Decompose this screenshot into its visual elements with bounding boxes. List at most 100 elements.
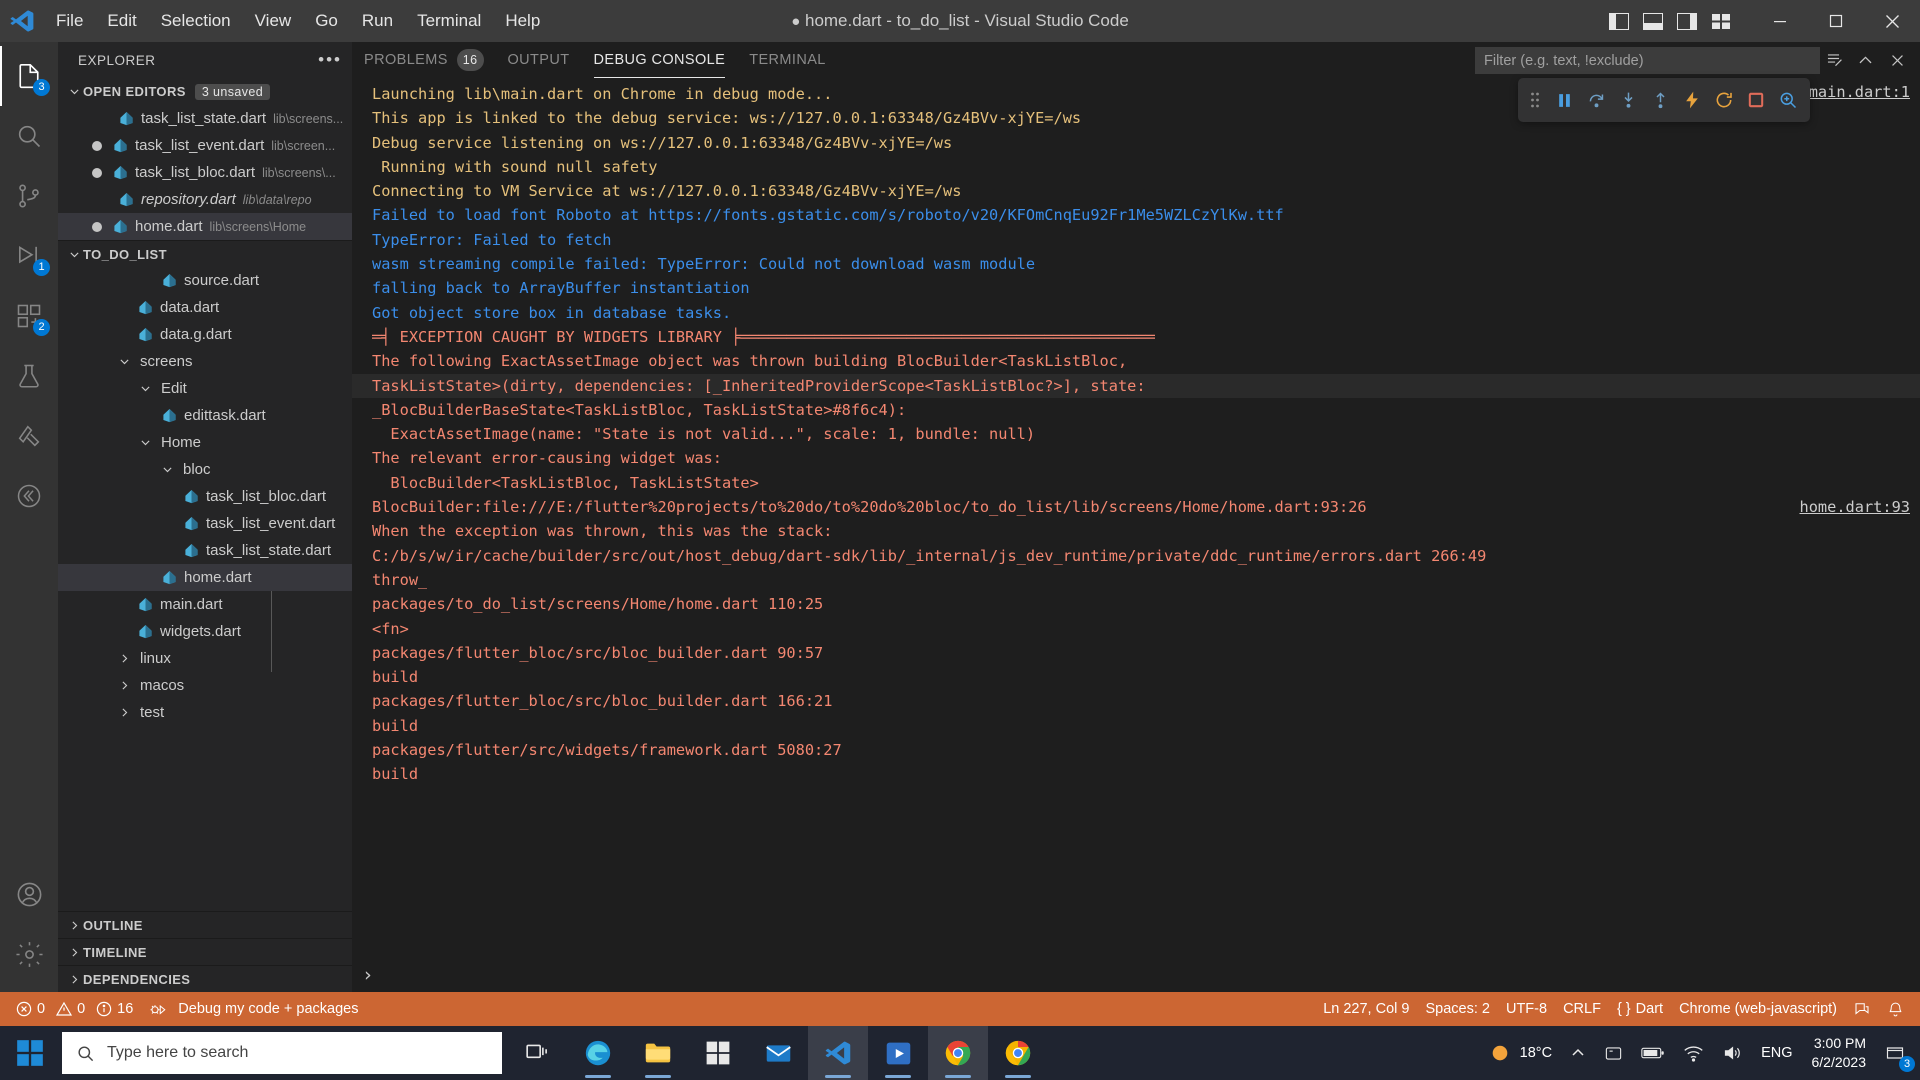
wifi-icon[interactable] <box>1674 1026 1713 1080</box>
task-view-icon[interactable] <box>508 1026 568 1080</box>
console-input-prompt[interactable]: › <box>362 964 373 986</box>
tree-folder-home[interactable]: Home <box>58 429 352 456</box>
hot-restart-button[interactable] <box>1708 84 1740 116</box>
activity-dart-devtools[interactable] <box>0 406 58 466</box>
open-editor-row[interactable]: repository.dart lib\data\repo <box>58 186 352 213</box>
activity-search[interactable] <box>0 106 58 166</box>
customize-layout-icon[interactable] <box>1704 4 1738 38</box>
open-editor-row[interactable]: task_list_bloc.dart lib\screens\... <box>58 159 352 186</box>
tree-folder-macos[interactable]: macos <box>58 672 352 699</box>
grip-icon[interactable] <box>1524 91 1548 109</box>
battery-icon[interactable] <box>1632 1026 1674 1080</box>
taskbar-search-input[interactable]: Type here to search <box>62 1032 502 1074</box>
tree-file-data-g-dart[interactable]: data.g.dart <box>58 321 352 348</box>
timeline-section-header[interactable]: TIMELINE <box>58 938 352 965</box>
tree-folder-edit[interactable]: Edit <box>58 375 352 402</box>
activity-testing[interactable] <box>0 346 58 406</box>
open-editor-row[interactable]: task_list_state.dart lib\screens... <box>58 105 352 132</box>
tree-file-task-list-event-dart[interactable]: task_list_event.dart <box>58 510 352 537</box>
toggle-panel-icon[interactable] <box>1636 4 1670 38</box>
vscode-icon[interactable] <box>808 1026 868 1080</box>
hot-reload-button[interactable] <box>1676 84 1708 116</box>
close-button[interactable] <box>1864 0 1920 42</box>
tree-file-main-dart[interactable]: main.dart <box>58 591 352 618</box>
menu-selection[interactable]: Selection <box>149 7 243 35</box>
tab-problems[interactable]: PROBLEMS 16 <box>352 42 496 78</box>
chrome-icon[interactable] <box>928 1026 988 1080</box>
activity-accounts[interactable] <box>0 864 58 924</box>
minimize-button[interactable] <box>1752 0 1808 42</box>
edge-icon[interactable] <box>568 1026 628 1080</box>
outline-section-header[interactable]: OUTLINE <box>58 911 352 938</box>
tree-folder-test[interactable]: test <box>58 699 352 726</box>
media-player-icon[interactable] <box>868 1026 928 1080</box>
console-source-link[interactable]: home.dart:93 <box>1799 495 1910 519</box>
status-eol[interactable]: CRLF <box>1555 1001 1609 1017</box>
status-cursor-position[interactable]: Ln 227, Col 9 <box>1315 1001 1417 1017</box>
close-panel-button[interactable] <box>1882 45 1912 75</box>
chrome-icon-2[interactable] <box>988 1026 1048 1080</box>
clear-console-button[interactable] <box>1818 45 1848 75</box>
tree-file-source-dart[interactable]: source.dart <box>58 267 352 294</box>
maximize-panel-button[interactable] <box>1850 45 1880 75</box>
input-language-indicator[interactable]: ENG <box>1752 1026 1801 1080</box>
menu-help[interactable]: Help <box>493 7 552 35</box>
status-indentation[interactable]: Spaces: 2 <box>1417 1001 1498 1017</box>
notification-center-button[interactable]: 3 <box>1876 1026 1915 1080</box>
status-notifications[interactable] <box>1879 1001 1912 1018</box>
activity-explorer[interactable]: 3 <box>0 46 58 106</box>
step-over-button[interactable] <box>1580 84 1612 116</box>
tree-file-task-list-bloc-dart[interactable]: task_list_bloc.dart <box>58 483 352 510</box>
menu-go[interactable]: Go <box>303 7 350 35</box>
start-button[interactable] <box>0 1026 60 1080</box>
mail-icon[interactable] <box>748 1026 808 1080</box>
tab-terminal[interactable]: TERMINAL <box>737 42 838 78</box>
microsoft-store-icon[interactable] <box>688 1026 748 1080</box>
toggle-primary-sidebar-icon[interactable] <box>1602 4 1636 38</box>
debug-console-output[interactable]: main.dart:1 Launching lib\main.dart on C… <box>352 78 1920 992</box>
file-explorer-icon[interactable] <box>628 1026 688 1080</box>
volume-icon[interactable] <box>1713 1026 1752 1080</box>
tree-folder-linux[interactable]: linux <box>58 645 352 672</box>
tree-file-widgets-dart[interactable]: widgets.dart <box>58 618 352 645</box>
menu-run[interactable]: Run <box>350 7 405 35</box>
dependencies-section-header[interactable]: DEPENDENCIES <box>58 965 352 992</box>
status-debug-mode[interactable]: Debug my code + packages <box>141 992 366 1026</box>
status-encoding[interactable]: UTF-8 <box>1498 1001 1555 1017</box>
activity-settings[interactable] <box>0 924 58 984</box>
tree-folder-bloc[interactable]: bloc <box>58 456 352 483</box>
status-problems[interactable]: 0 0 16 <box>8 992 141 1026</box>
maximize-button[interactable] <box>1808 0 1864 42</box>
tree-file-home-dart[interactable]: home.dart <box>58 564 352 591</box>
show-hidden-icons-button[interactable] <box>1561 1026 1595 1080</box>
toggle-secondary-sidebar-icon[interactable] <box>1670 4 1704 38</box>
tab-debug-console[interactable]: DEBUG CONSOLE <box>582 42 738 78</box>
filter-input[interactable]: Filter (e.g. text, !exclude) <box>1475 47 1820 74</box>
open-editors-header[interactable]: OPEN EDITORS 3 unsaved <box>58 78 352 105</box>
taskbar-clock[interactable]: 3:00 PM 6/2/2023 <box>1802 1034 1877 1072</box>
menu-edit[interactable]: Edit <box>95 7 148 35</box>
tree-file-data-dart[interactable]: data.dart <box>58 294 352 321</box>
open-editor-row-active[interactable]: home.dart lib\screens\Home <box>58 213 352 240</box>
menu-view[interactable]: View <box>243 7 304 35</box>
project-header[interactable]: TO_DO_LIST <box>58 240 352 267</box>
status-debug-target[interactable]: Chrome (web-javascript) <box>1671 1001 1845 1017</box>
explorer-more-icon[interactable]: ••• <box>318 50 342 70</box>
step-out-button[interactable] <box>1644 84 1676 116</box>
onedrive-tray-icon[interactable] <box>1595 1026 1632 1080</box>
activity-run-and-debug[interactable]: 1 <box>0 226 58 286</box>
step-into-button[interactable] <box>1612 84 1644 116</box>
activity-flutter[interactable] <box>0 466 58 526</box>
pause-button[interactable] <box>1548 84 1580 116</box>
tree-folder-screens[interactable]: screens <box>58 348 352 375</box>
open-editor-row[interactable]: task_list_event.dart lib\screen... <box>58 132 352 159</box>
activity-source-control[interactable] <box>0 166 58 226</box>
inspect-widget-button[interactable] <box>1772 84 1804 116</box>
menu-terminal[interactable]: Terminal <box>405 7 493 35</box>
status-live-share[interactable] <box>1845 1000 1879 1018</box>
status-language-mode[interactable]: { } Dart <box>1609 1001 1671 1017</box>
tree-file-task-list-state-dart[interactable]: task_list_state.dart <box>58 537 352 564</box>
menu-file[interactable]: File <box>44 7 95 35</box>
tree-file-edittask-dart[interactable]: edittask.dart <box>58 402 352 429</box>
stop-button[interactable] <box>1740 84 1772 116</box>
